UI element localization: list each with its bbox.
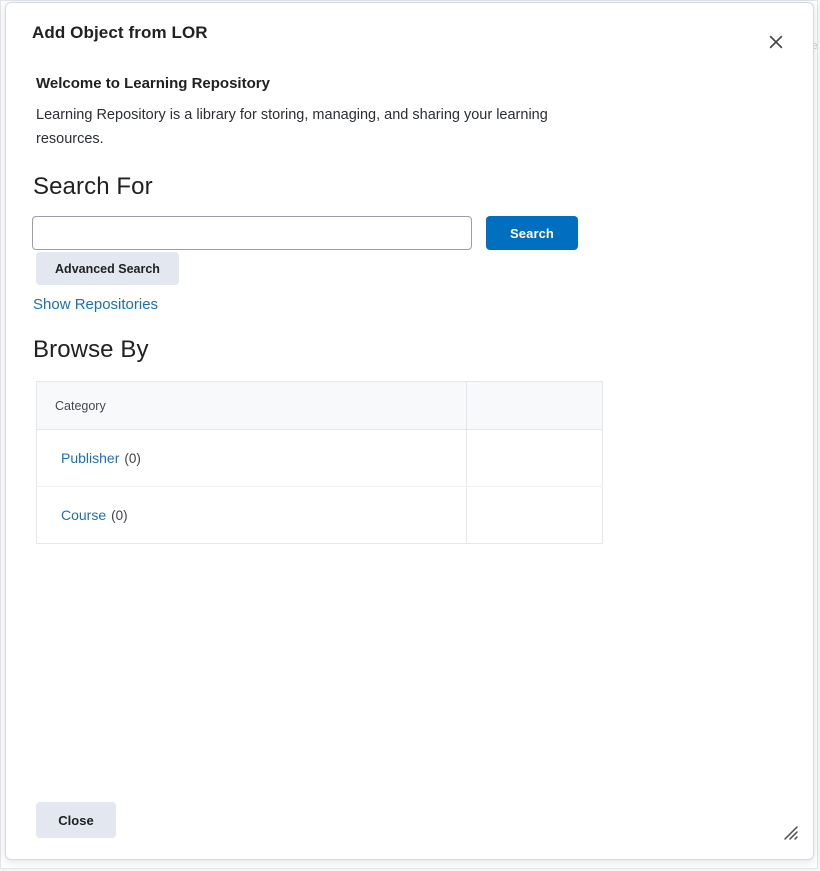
search-row: Search bbox=[32, 216, 787, 250]
search-for-heading: Search For bbox=[33, 173, 153, 200]
dialog-footer: Close bbox=[6, 781, 813, 859]
search-button[interactable]: Search bbox=[486, 216, 578, 250]
search-input[interactable] bbox=[32, 216, 472, 250]
table-row: Publisher (0) bbox=[36, 429, 603, 487]
browse-link-course[interactable]: Course bbox=[61, 507, 106, 523]
resize-grip-icon[interactable] bbox=[781, 823, 799, 841]
browse-by-heading: Browse By bbox=[33, 336, 149, 363]
advanced-search-button[interactable]: Advanced Search bbox=[36, 252, 179, 285]
table-cell-blank bbox=[466, 429, 603, 487]
welcome-heading: Welcome to Learning Repository bbox=[36, 75, 270, 92]
table-cell-category: Course (0) bbox=[36, 486, 467, 544]
browse-by-table: Category Publisher (0) Course (0) bbox=[36, 381, 603, 544]
browse-link-publisher[interactable]: Publisher bbox=[61, 450, 119, 466]
table-row: Course (0) bbox=[36, 486, 603, 544]
show-repositories-link[interactable]: Show Repositories bbox=[33, 296, 158, 313]
table-header-row: Category bbox=[36, 381, 603, 430]
table-cell-category: Publisher (0) bbox=[36, 429, 467, 487]
table-header-blank bbox=[466, 381, 603, 430]
add-object-from-lor-dialog: Add Object from LOR Welcome to Learning … bbox=[5, 2, 814, 860]
browse-count-publisher: (0) bbox=[124, 451, 141, 466]
dialog-body: Welcome to Learning Repository Learning … bbox=[6, 63, 813, 781]
dialog-title: Add Object from LOR bbox=[32, 23, 208, 42]
table-header-category: Category bbox=[36, 381, 467, 430]
browse-count-course: (0) bbox=[111, 508, 128, 523]
show-repositories-row: Show Repositories bbox=[32, 285, 787, 314]
close-icon bbox=[769, 35, 783, 49]
close-button[interactable]: Close bbox=[36, 802, 116, 838]
dialog-header: Add Object from LOR bbox=[6, 3, 813, 63]
advanced-search-row: Advanced Search bbox=[32, 250, 787, 285]
close-icon-button[interactable] bbox=[761, 27, 791, 57]
welcome-description: Learning Repository is a library for sto… bbox=[36, 107, 548, 147]
table-cell-blank bbox=[467, 487, 603, 544]
